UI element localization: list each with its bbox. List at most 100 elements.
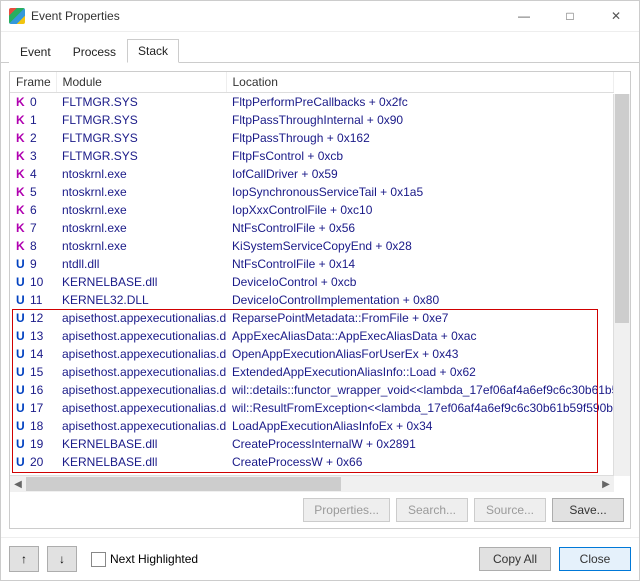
stack-grid-scroll: Frame Module Location K0FLTMGR.SYSFltpPe… [10,72,614,476]
location-cell: OpenAppExecutionAliasForUserEx + 0x43 [226,345,614,363]
location-cell: wil::details::functor_wrapper_void<<lamb… [226,381,614,399]
table-row[interactable]: U18apisethost.appexecutionalias.dllLoadA… [10,417,614,435]
frame-cell: K4 [10,165,56,183]
vertical-scrollbar[interactable] [613,94,630,476]
h-scroll-left-arrow[interactable]: ◀ [10,476,26,492]
user-tag-icon: U [16,292,26,308]
app-icon [9,8,25,24]
module-cell: KERNEL32.DLL [56,291,226,309]
module-cell: ntoskrnl.exe [56,237,226,255]
location-cell: AppExecAliasData::AppExecAliasData + 0xa… [226,327,614,345]
frame-number: 1 [30,112,37,128]
table-row[interactable]: K5ntoskrnl.exeIopSynchronousServiceTail … [10,183,614,201]
table-row[interactable]: U16apisethost.appexecutionalias.dllwil::… [10,381,614,399]
frame-cell: U10 [10,273,56,291]
module-cell: ntoskrnl.exe [56,183,226,201]
frame-cell: U20 [10,453,56,471]
checkbox-box-icon [91,552,106,567]
prev-event-button[interactable]: ↑ [9,546,39,572]
search-button[interactable]: Search... [396,498,468,522]
table-row[interactable]: U10KERNELBASE.dllDeviceIoControl + 0xcb [10,273,614,291]
user-tag-icon: U [16,364,26,380]
save-button[interactable]: Save... [552,498,624,522]
kernel-tag-icon: K [16,112,26,128]
table-row[interactable]: K6ntoskrnl.exeIopXxxControlFile + 0xc10 [10,201,614,219]
close-window-button[interactable]: ✕ [593,1,639,31]
col-location[interactable]: Location [226,72,614,93]
module-cell: FLTMGR.SYS [56,93,226,112]
frame-number: 2 [30,130,37,146]
copy-all-button[interactable]: Copy All [479,547,551,571]
location-cell: DeviceIoControl + 0xcb [226,273,614,291]
location-cell: FltpPassThroughInternal + 0x90 [226,111,614,129]
module-cell: apisethost.appexecutionalias.dll [56,363,226,381]
table-row[interactable]: K3FLTMGR.SYSFltpFsControl + 0xcb [10,147,614,165]
table-row[interactable]: U14apisethost.appexecutionalias.dllOpenA… [10,345,614,363]
table-row[interactable]: U9ntdll.dllNtFsControlFile + 0x14 [10,255,614,273]
minimize-button[interactable]: — [501,1,547,31]
next-event-button[interactable]: ↓ [47,546,77,572]
table-row[interactable]: K2FLTMGR.SYSFltpPassThrough + 0x162 [10,129,614,147]
bottom-bar: ↑ ↓ Next Highlighted Copy All Close [1,537,639,580]
h-scroll-thumb[interactable] [26,477,341,491]
frame-cell: U11 [10,291,56,309]
panel-button-row: Properties... Search... Source... Save..… [10,492,630,528]
table-row[interactable]: U12apisethost.appexecutionalias.dllRepar… [10,309,614,327]
col-module[interactable]: Module [56,72,226,93]
table-row[interactable]: U11KERNEL32.DLLDeviceIoControlImplementa… [10,291,614,309]
table-row[interactable]: U13apisethost.appexecutionalias.dllAppEx… [10,327,614,345]
table-row[interactable]: K8ntoskrnl.exeKiSystemServiceCopyEnd + 0… [10,237,614,255]
source-button[interactable]: Source... [474,498,546,522]
frame-number: 10 [30,274,43,290]
table-row[interactable]: U17apisethost.appexecutionalias.dllwil::… [10,399,614,417]
next-highlighted-checkbox[interactable]: Next Highlighted [91,552,198,567]
frame-cell: K5 [10,183,56,201]
table-row[interactable]: K7ntoskrnl.exeNtFsControlFile + 0x56 [10,219,614,237]
module-cell: apisethost.appexecutionalias.dll [56,309,226,327]
table-row[interactable]: U15apisethost.appexecutionalias.dllExten… [10,363,614,381]
stack-panel: Frame Module Location K0FLTMGR.SYSFltpPe… [9,71,631,529]
module-cell: KERNELBASE.dll [56,435,226,453]
h-scroll-right-arrow[interactable]: ▶ [598,476,614,492]
table-row[interactable]: K1FLTMGR.SYSFltpPassThroughInternal + 0x… [10,111,614,129]
module-cell: KERNELBASE.dll [56,273,226,291]
table-row[interactable]: U19KERNELBASE.dllCreateProcessInternalW … [10,435,614,453]
close-button[interactable]: Close [559,547,631,571]
col-frame[interactable]: Frame [10,72,56,93]
frame-number: 14 [30,346,43,362]
frame-cell: K0 [10,93,56,112]
location-cell: ExtendedAppExecutionAliasInfo::Load + 0x… [226,363,614,381]
properties-button[interactable]: Properties... [303,498,390,522]
table-row[interactable]: K4ntoskrnl.exeIofCallDriver + 0x59 [10,165,614,183]
user-tag-icon: U [16,454,26,470]
module-cell: apisethost.appexecutionalias.dll [56,417,226,435]
frame-cell: U15 [10,363,56,381]
window-controls: — □ ✕ [501,1,639,31]
user-tag-icon: U [16,328,26,344]
next-highlighted-label: Next Highlighted [110,552,198,566]
tab-event[interactable]: Event [9,40,62,63]
maximize-button[interactable]: □ [547,1,593,31]
location-cell: FltpFsControl + 0xcb [226,147,614,165]
v-scroll-thumb[interactable] [615,94,629,323]
frame-number: 12 [30,310,43,326]
frame-number: 15 [30,364,43,380]
frame-cell: U12 [10,309,56,327]
frame-cell: K1 [10,111,56,129]
tab-stack[interactable]: Stack [127,39,179,63]
kernel-tag-icon: K [16,220,26,236]
tab-process[interactable]: Process [62,40,127,63]
table-row[interactable]: K0FLTMGR.SYSFltpPerformPreCallbacks + 0x… [10,93,614,112]
frame-number: 3 [30,148,37,164]
window-title: Event Properties [31,9,501,23]
frame-cell: U13 [10,327,56,345]
location-cell: IofCallDriver + 0x59 [226,165,614,183]
table-row[interactable]: U20KERNELBASE.dllCreateProcessW + 0x66 [10,453,614,471]
user-tag-icon: U [16,400,26,416]
frame-cell: U18 [10,417,56,435]
kernel-tag-icon: K [16,202,26,218]
user-tag-icon: U [16,436,26,452]
horizontal-scrollbar[interactable]: ◀ ▶ [10,475,614,492]
module-cell: ntoskrnl.exe [56,201,226,219]
h-scroll-track[interactable] [26,476,598,492]
